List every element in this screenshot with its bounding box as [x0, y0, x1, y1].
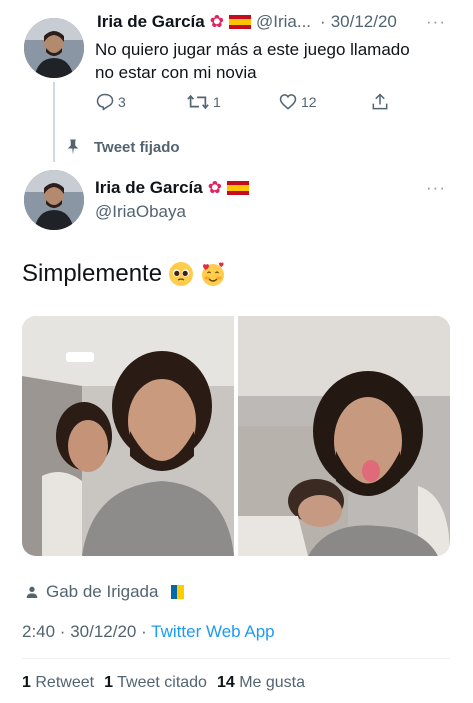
retweet-icon	[187, 94, 209, 110]
tweet-date[interactable]: 30/12/20	[331, 12, 397, 32]
avatar[interactable]	[24, 18, 84, 78]
likes-stat[interactable]: 14 Me gusta	[217, 674, 305, 692]
tweet-text: Simplemente	[22, 260, 163, 287]
canary-islands-flag-icon	[164, 585, 185, 599]
like-button[interactable]: 12	[278, 92, 317, 112]
retweets-label: Retweet	[35, 674, 95, 691]
retweet-count: 1	[213, 94, 221, 110]
source-link[interactable]: Twitter Web App	[151, 622, 274, 641]
share-icon	[372, 93, 388, 110]
tweet-photo-1[interactable]	[22, 316, 234, 556]
tweet-text-line: no estar con mi novia	[95, 63, 257, 82]
thread-line	[53, 82, 55, 162]
spain-flag-icon	[228, 15, 251, 29]
tagged-user[interactable]: Gab de Irigada	[24, 582, 185, 602]
pinned-label: Tweet fijado	[64, 138, 180, 156]
likes-number: 14	[216, 674, 235, 691]
more-options-icon[interactable]: ···	[426, 178, 446, 198]
hibiscus-emoji-icon: ✿	[207, 178, 222, 197]
tweet-text-line: No quiero jugar más a este juego llamado	[95, 40, 410, 59]
tweet-text: No quiero jugar más a este juego llamado…	[95, 38, 455, 84]
like-count: 12	[301, 94, 317, 110]
tweet-photo-2[interactable]	[238, 316, 450, 556]
pinned-text: Tweet fijado	[94, 138, 180, 156]
tweet-timestamp: 2:40 · 30/12/20 · Twitter Web App	[22, 622, 275, 642]
handle[interactable]: @Iria...	[256, 12, 311, 32]
pleading-face-icon	[169, 262, 194, 286]
tagged-user-name: Gab de Irigada	[46, 582, 159, 601]
retweets-number: 1	[22, 674, 31, 691]
quotes-stat[interactable]: 1 Tweet citado	[104, 674, 207, 692]
reply-button[interactable]: 3	[95, 92, 126, 112]
retweets-stat[interactable]: 1 Retweet	[22, 674, 94, 692]
handle[interactable]: @IriaObaya	[95, 202, 186, 222]
timestamp-text[interactable]: 2:40 · 30/12/20 ·	[22, 622, 151, 641]
divider	[22, 658, 450, 659]
display-name[interactable]: Iria de García	[95, 178, 203, 198]
avatar[interactable]	[24, 170, 84, 230]
separator: ·	[320, 12, 326, 31]
tweet-stats: 1 Retweet 1 Tweet citado 14 Me gusta	[22, 674, 305, 692]
person-icon	[26, 586, 38, 598]
reply-count: 3	[118, 94, 126, 110]
share-button[interactable]	[370, 92, 390, 112]
more-options-icon[interactable]: ···	[426, 12, 446, 32]
quotes-number: 1	[104, 674, 113, 691]
spain-flag-icon	[226, 181, 249, 195]
display-name[interactable]: Iria de García	[97, 12, 205, 32]
smiling-face-with-hearts-icon	[202, 262, 225, 286]
heart-icon	[279, 94, 297, 110]
pin-icon	[67, 139, 79, 155]
retweet-button[interactable]: 1	[186, 92, 221, 112]
likes-label: Me gusta	[239, 674, 306, 691]
quotes-label: Tweet citado	[117, 674, 207, 691]
hibiscus-emoji-icon: ✿	[209, 12, 224, 31]
reply-icon	[96, 93, 114, 111]
